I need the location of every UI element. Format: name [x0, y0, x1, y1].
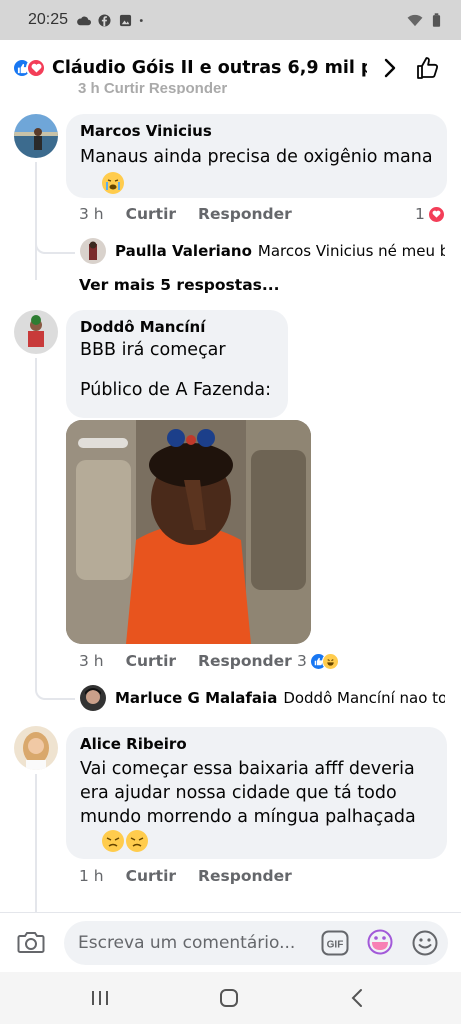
header-reactions — [12, 58, 46, 78]
emoji-icon[interactable] — [411, 929, 439, 957]
previous-comment-actions: 3 h Curtir Responder — [78, 80, 228, 94]
reply-button[interactable]: Responder — [198, 205, 292, 223]
reply-preview[interactable]: Paulla Valeriano Marcos Vinicius né meu … — [115, 242, 445, 260]
comment-text: Vai começar essa baixaria afff deveria e… — [80, 757, 433, 877]
reaction-count[interactable]: 3 — [297, 652, 339, 670]
reply-button[interactable]: Responder — [198, 652, 292, 670]
view-more-replies-link[interactable]: Ver mais 5 respostas... — [79, 276, 280, 294]
haha-reaction-icon — [321, 652, 339, 670]
camera-icon[interactable] — [17, 930, 45, 954]
sticker-icon[interactable] — [366, 928, 394, 956]
angry-emoji-icon — [126, 830, 149, 852]
status-time: 20:25 — [28, 11, 69, 28]
comment-input-placeholder: Escreva um comentário... — [78, 933, 296, 953]
comment-time: 3 h — [79, 652, 104, 670]
comment-actions: 1 h Curtir Responder — [79, 867, 449, 885]
home-icon[interactable] — [219, 988, 239, 1008]
comment-bubble[interactable]: Marcos Vinicius Manaus ainda precisa de … — [66, 114, 447, 198]
thread-line — [35, 774, 37, 912]
crying-emoji-icon — [102, 172, 125, 194]
system-navigation-bar — [0, 972, 461, 1024]
thread-line — [35, 162, 37, 280]
thread-branch — [35, 230, 75, 254]
comment-actions: 3 h Curtir Responder 1 — [79, 205, 449, 223]
love-reaction-icon — [427, 205, 445, 223]
status-bar: 20:25 — [0, 0, 461, 40]
thread-branch — [35, 676, 75, 700]
avatar[interactable] — [14, 114, 58, 158]
comment-composer: Escreva um comentário... GIF — [0, 912, 461, 972]
comment-author[interactable]: Alice Ribeiro — [80, 735, 433, 753]
reply-avatar[interactable] — [80, 238, 106, 264]
gif-icon[interactable]: GIF — [321, 930, 349, 956]
reply-preview[interactable]: Marluce G Malafaia Doddô Mancíní nao to.… — [115, 689, 445, 707]
thread-line — [35, 358, 37, 688]
cloud-icon — [77, 16, 92, 25]
recent-apps-icon[interactable] — [90, 990, 110, 1006]
comment-bubble[interactable]: Alice Ribeiro Vai começar essa baixaria … — [66, 727, 447, 859]
angry-emoji-icon — [102, 830, 125, 852]
comment-time: 1 h — [79, 867, 104, 885]
avatar[interactable] — [14, 726, 58, 770]
reply-avatar[interactable] — [80, 685, 106, 711]
header-title[interactable]: Cláudio Góis II e outras 6,9 mil pes... — [52, 58, 367, 78]
like-button[interactable]: Curtir — [126, 867, 176, 885]
reply-text: Marcos Vinicius né meu b... — [257, 242, 445, 260]
comment-author[interactable]: Doddô Mancíní — [80, 318, 274, 336]
reply-author[interactable]: Marluce G Malafaia — [115, 689, 277, 707]
comment-time: 3 h — [79, 205, 104, 223]
reply-author[interactable]: Paulla Valeriano — [115, 242, 252, 260]
comment-author[interactable]: Marcos Vinicius — [80, 122, 433, 140]
comment-actions: 3 h Curtir Responder 3 — [79, 652, 449, 670]
like-button[interactable]: Curtir — [126, 652, 176, 670]
wifi-icon — [407, 14, 423, 26]
love-reaction-icon — [26, 58, 46, 78]
reply-button[interactable]: Responder — [198, 867, 292, 885]
comment-photo[interactable] — [66, 420, 311, 644]
avatar[interactable] — [14, 310, 58, 354]
gallery-notif-icon — [119, 14, 132, 26]
like-button[interactable]: Curtir — [126, 205, 176, 223]
svg-text:GIF: GIF — [327, 940, 344, 951]
reply-text: Doddô Mancíní nao to... — [283, 689, 445, 707]
like-outline-icon[interactable] — [415, 55, 441, 81]
dot-icon — [139, 18, 143, 22]
back-icon[interactable] — [350, 988, 364, 1008]
comment-text: BBB irá começar Público de A Fazenda: — [80, 340, 271, 400]
battery-icon — [432, 12, 441, 27]
chevron-right-icon[interactable] — [383, 58, 397, 78]
reaction-count[interactable]: 1 — [415, 205, 445, 223]
facebook-notif-icon — [98, 13, 111, 27]
comment-bubble[interactable]: Doddô Mancíní BBB irá começar Público de… — [66, 310, 288, 418]
